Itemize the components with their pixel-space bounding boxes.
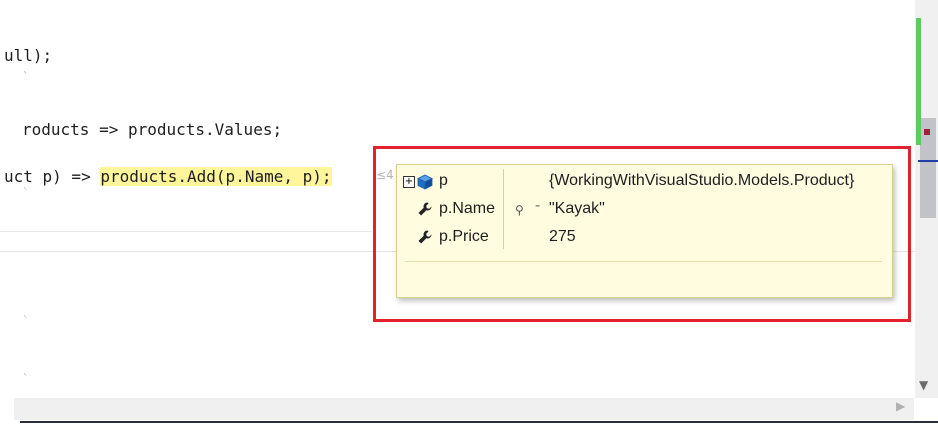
variable-name: p.Name (439, 200, 496, 217)
datatip-row[interactable]: p.Name ⚲ - "Kayak" (397, 197, 892, 223)
code-text: ull); (4, 46, 53, 65)
fade-mark: ` (22, 314, 30, 328)
horizontal-scrollbar[interactable] (14, 398, 914, 420)
status-bar-edge (20, 421, 938, 423)
code-line-3[interactable]: uct p) => products.Add(p.Name, p); (4, 167, 332, 186)
variable-value[interactable]: 275 (549, 228, 576, 246)
variable-name: p (439, 172, 448, 189)
magnifier-icon[interactable]: ⚲ (515, 203, 524, 217)
variable-value[interactable]: {WorkingWithVisualStudio.Models.Product} (549, 172, 854, 190)
code-line-1[interactable]: ull); (4, 46, 52, 65)
separator (0, 231, 372, 232)
datatip-row[interactable]: + p {WorkingWithVisualStudio.Models.Prod… (397, 169, 892, 195)
variable-value[interactable]: "Kayak" (549, 200, 605, 218)
code-text: uct p) => (4, 167, 101, 186)
scroll-down-arrow-icon[interactable]: ▼ (919, 378, 928, 392)
fade-mark: ` (22, 70, 30, 84)
fade-mark: ` (22, 372, 30, 386)
code-text: roducts => products.Values; (22, 120, 283, 139)
datatip-row[interactable]: p.Price 275 (397, 225, 892, 251)
datatip-divider (405, 261, 882, 262)
expand-toggle[interactable]: + (403, 176, 415, 188)
object-icon (417, 174, 433, 195)
caret-position-marker (918, 160, 938, 162)
wrench-icon (417, 229, 433, 250)
code-line-2[interactable]: roducts => products.Values; (22, 120, 282, 139)
change-indicator-bar (916, 18, 921, 145)
breakpoint-marker (924, 129, 930, 135)
fade-mark: ` (22, 186, 30, 200)
scroll-right-arrow-icon[interactable]: ▶ (896, 399, 905, 413)
variable-name: p.Price (439, 228, 489, 245)
visualizer-dropdown[interactable]: - (535, 197, 540, 215)
debugger-datatip[interactable]: + p {WorkingWithVisualStudio.Models.Prod… (396, 164, 893, 298)
highlighted-statement: products.Add(p.Name, p); (100, 167, 332, 186)
wrench-icon (417, 201, 433, 222)
